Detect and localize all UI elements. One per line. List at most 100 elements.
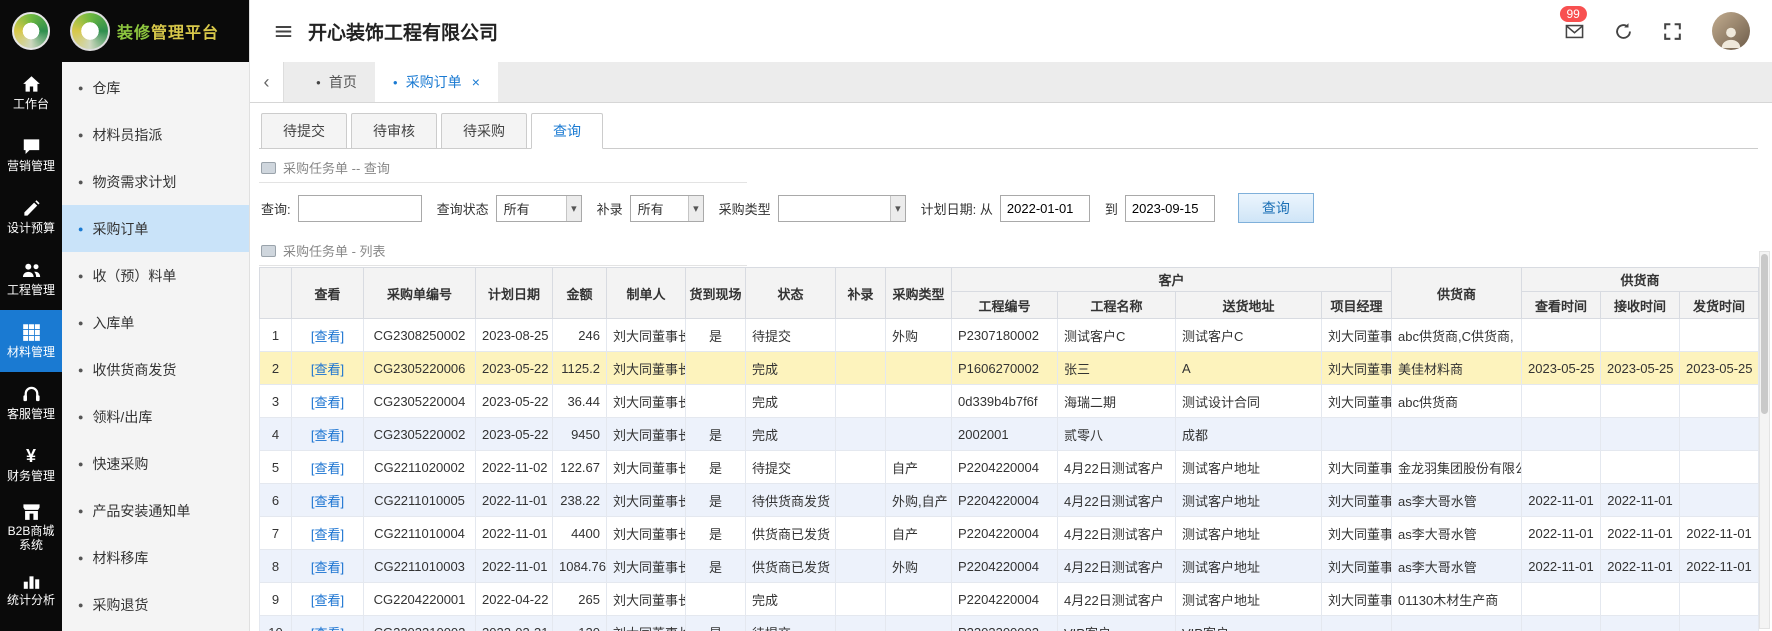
type-select[interactable]: ▾ xyxy=(777,194,906,222)
cell-type: 自产 xyxy=(885,516,952,550)
sidebar-item[interactable]: ● 采购订单 xyxy=(62,205,249,252)
app-window: 工作台 营销管理 设计预算 工程管理 材料管理 客服管理 ¥ 财务管理 B2B商城系统 统计分析 … xyxy=(0,0,1772,631)
nav-item-label: B2B商城系统 xyxy=(7,524,55,552)
cell-status: 供货商已发货 xyxy=(745,516,836,550)
cell-view: [查看] xyxy=(291,483,364,517)
nav-item-headset[interactable]: 客服管理 xyxy=(0,372,62,434)
cell-recv_time xyxy=(1600,417,1681,451)
cell-supplier: as李大哥水管 xyxy=(1391,516,1523,550)
nav-item-yen[interactable]: ¥ 财务管理 xyxy=(0,434,62,496)
company-title: 开心装饰工程有限公司 xyxy=(308,22,499,44)
nav-item-users[interactable]: 工程管理 xyxy=(0,248,62,310)
cell-supplier: 美佳材料商 xyxy=(1391,351,1523,385)
open-tabs: ● 首页 ● 采购订单 × xyxy=(298,62,498,102)
addendum-label: 补录 xyxy=(596,201,623,217)
cell-manager: 刘大同董事长 xyxy=(1320,384,1393,418)
sidebar-item[interactable]: ● 采购退货 xyxy=(62,581,249,628)
cell-status: 待提交 xyxy=(745,318,836,352)
cell-proj_no: P2204220004 xyxy=(951,483,1058,517)
sidebar-item[interactable]: ● 收（预）料单 xyxy=(62,252,249,299)
table-row[interactable]: 3 [查看] CG2305220004 2023-05-22 36.44 刘大同董事长 完成… xyxy=(259,384,1760,418)
search-button[interactable]: 查询 xyxy=(1237,193,1314,223)
view-link[interactable]: [查看] xyxy=(311,494,344,509)
sidebar-item[interactable]: ● 材料员指派 xyxy=(62,111,249,158)
sidebar-item[interactable]: ● 快速采购 xyxy=(62,440,249,487)
cell-ship_time xyxy=(1679,615,1760,631)
sidebar-item[interactable]: ● 仓库 xyxy=(62,64,249,111)
fullscreen-icon[interactable] xyxy=(1663,22,1682,41)
nav-item-chat[interactable]: 营销管理 xyxy=(0,124,62,186)
cell-manager xyxy=(1320,417,1393,451)
cell-order_no: CG2211010003 xyxy=(363,549,476,583)
vertical-scrollbar[interactable] xyxy=(1759,251,1770,629)
col-header-proj_name: 工程名称 xyxy=(1057,291,1176,319)
section-title-list: 采购任务单 - 列表 xyxy=(259,232,747,266)
date-from-input[interactable] xyxy=(999,194,1090,222)
view-link[interactable]: [查看] xyxy=(311,593,344,608)
status-select[interactable]: 所有 ▾ xyxy=(495,194,582,222)
nav-item-home[interactable]: 工作台 xyxy=(0,62,62,124)
nav-item-edit[interactable]: 设计预算 xyxy=(0,186,62,248)
view-link[interactable]: [查看] xyxy=(311,428,344,443)
tab-close-icon[interactable]: × xyxy=(472,74,480,90)
tab-item[interactable]: ● 首页 xyxy=(298,62,375,102)
subtab-2[interactable]: 待采购 xyxy=(441,113,527,149)
subtab-0[interactable]: 待提交 xyxy=(261,113,347,149)
mail-button[interactable]: 99 xyxy=(1559,5,1587,41)
view-link[interactable]: [查看] xyxy=(311,461,344,476)
table-row[interactable]: 6 [查看] CG2211010005 2022-11-01 238.22 刘大同董事长是… xyxy=(259,483,1760,517)
table-row[interactable]: 10 [查看] CG22033100022022-03-31120刘大同董事长是待提… xyxy=(259,615,1760,631)
view-link[interactable]: [查看] xyxy=(311,395,344,410)
bullet-icon: ● xyxy=(78,458,84,469)
sidebar-item-label: 入库单 xyxy=(92,314,135,331)
user-avatar[interactable] xyxy=(1712,12,1750,50)
table-row[interactable]: 1 [查看] CG2308250002 2023-08-25 246 刘大同董事长是待提交… xyxy=(259,318,1760,352)
table-row[interactable]: 7 [查看] CG2211010004 2022-11-01 4400 刘大同董事长是供货… xyxy=(259,516,1760,550)
view-link[interactable]: [查看] xyxy=(311,560,344,575)
sidebar-item[interactable]: ● 材料移库 xyxy=(62,534,249,581)
table-row[interactable]: 8 [查看] CG2211010003 2022-11-01 1084.76 刘大同董事长… xyxy=(259,549,1760,583)
view-link[interactable]: [查看] xyxy=(311,626,344,631)
addendum-select[interactable]: 所有 ▾ xyxy=(629,194,704,222)
sidebar-item[interactable]: ● 领料/出库 xyxy=(62,393,249,440)
cell-status: 完成 xyxy=(745,384,836,418)
table-row[interactable]: 2 [查看] CG2305220006 2023-05-22 1125.2 刘大同董事长完… xyxy=(259,351,1760,385)
tab-label: 采购订单 xyxy=(405,74,462,90)
cell-arrived xyxy=(685,351,746,385)
nav-item-mall[interactable]: B2B商城系统 xyxy=(0,496,62,558)
cell-address: VIP客户 xyxy=(1175,615,1322,631)
refresh-icon[interactable] xyxy=(1614,22,1633,41)
query-input[interactable] xyxy=(297,194,422,222)
tabs-back-button[interactable]: ‹ xyxy=(250,62,284,102)
nav-item-chart[interactable]: 统计分析 xyxy=(0,558,62,620)
cell-bulu xyxy=(835,318,886,352)
cell-recv_time: 2022-11-01 xyxy=(1600,549,1681,583)
view-link[interactable]: [查看] xyxy=(311,527,344,542)
tab-item[interactable]: ● 采购订单 × xyxy=(374,62,498,102)
sidebar-item[interactable]: ● 入库单 xyxy=(62,299,249,346)
sidebar-item[interactable]: ● 产品安装通知单 xyxy=(62,487,249,534)
cell-status: 待供货商发货 xyxy=(745,483,836,517)
cell-arrived: 是 xyxy=(685,417,746,451)
cell-status: 供货商已发货 xyxy=(745,549,836,583)
cell-index: 1 xyxy=(259,318,292,352)
sidebar-item[interactable]: ● 收供货商发货 xyxy=(62,346,249,393)
table-row[interactable]: 4 [查看] CG2305220002 2023-05-22 9450 刘大同董事长是完成… xyxy=(259,417,1760,451)
cell-ship_time xyxy=(1679,582,1760,616)
cell-supplier: 01130木材生产商 xyxy=(1391,582,1523,616)
sidebar-item[interactable]: ● 物资需求计划 xyxy=(62,158,249,205)
status-select-value: 所有 xyxy=(503,201,530,217)
view-link[interactable]: [查看] xyxy=(311,362,344,377)
subtab-1[interactable]: 待审核 xyxy=(351,113,437,149)
view-link[interactable]: [查看] xyxy=(311,329,344,344)
nav-item-grid[interactable]: 材料管理 xyxy=(0,310,62,372)
cell-type xyxy=(885,417,952,451)
app-logo[interactable] xyxy=(0,0,62,62)
subtab-3[interactable]: 查询 xyxy=(531,113,603,149)
cell-view_time xyxy=(1521,582,1602,616)
table-row[interactable]: 5 [查看] CG2211020002 2022-11-02 122.67 刘大同董事长是… xyxy=(259,450,1760,484)
table-row[interactable]: 9 [查看] CG2204220001 2022-04-22 265 刘大同董事长 完成 P2… xyxy=(259,582,1760,616)
scrollbar-thumb[interactable] xyxy=(1761,254,1768,414)
menu-toggle-icon[interactable] xyxy=(274,22,293,41)
date-to-input[interactable] xyxy=(1124,194,1215,222)
